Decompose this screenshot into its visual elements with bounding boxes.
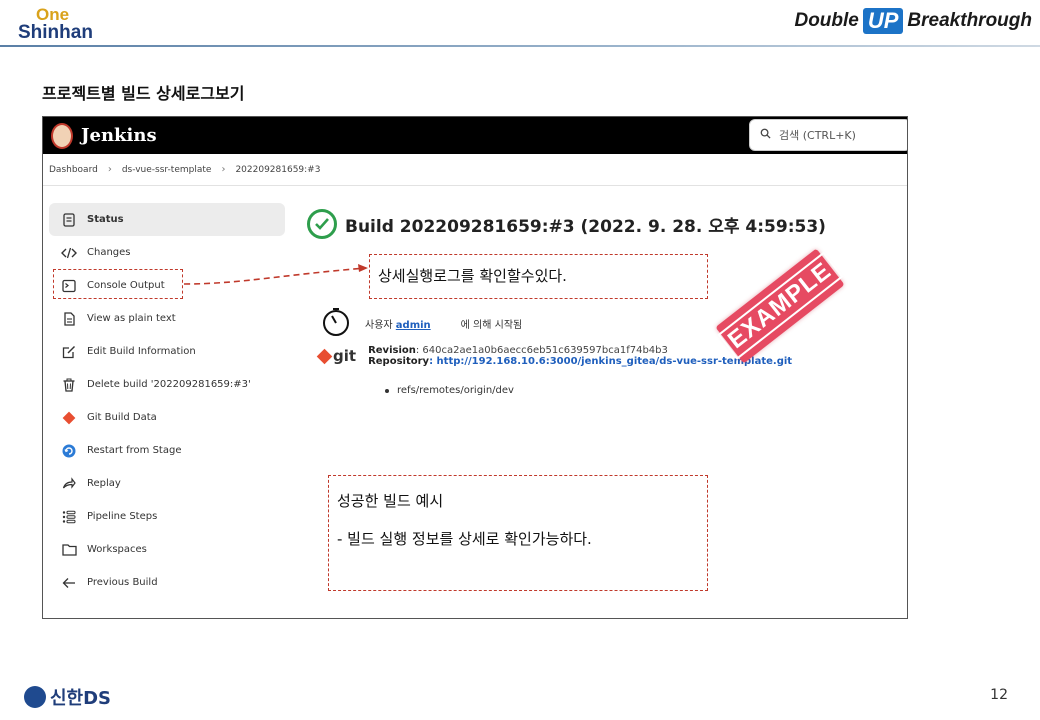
code-icon [61,245,77,261]
status-icon [61,212,77,228]
build-title-text: Build 202209281659:#3 (2022. 9. 28. 오후 4… [345,216,826,237]
timer-icon [321,307,351,340]
folder-icon [61,542,77,558]
one-shinhan-logo: One Shinhan [18,6,93,42]
console-note-callout: 상세실행로그를 확인할수있다. [369,254,708,299]
sidebar-item-label: Workspaces [87,544,147,555]
edit-icon [61,344,77,360]
search-input[interactable]: 검색 (CTRL+K) [749,119,907,151]
sidebar-item-label: Edit Build Information [87,346,196,357]
revision-label: Revision [368,345,416,356]
brand-right-text: Breakthrough [907,10,1032,31]
brand-left-text: Double [794,10,859,31]
git-logo-text: git [333,347,357,365]
git-logo: git [316,345,357,367]
double-up-brand: Double UP Breakthrough [794,8,1032,34]
page-number: 12 [990,687,1008,703]
started-user-link[interactable]: admin [396,320,431,331]
sidebar-item-label: Status [87,214,124,225]
sidebar-item-restart-stage[interactable]: Restart from Stage [49,434,285,467]
console-note-text: 상세실행로그를 확인할수있다. [378,267,567,285]
breadcrumb-dashboard[interactable]: Dashboard [49,165,98,175]
sidebar-item-changes[interactable]: Changes [49,236,285,269]
breadcrumb: Dashboard › ds-vue-ssr-template › 202209… [43,154,907,186]
sidebar-item-workspaces[interactable]: Workspaces [49,533,285,566]
started-suffix: 에 의해 시작됨 [460,320,523,331]
replay-icon [61,476,77,492]
sidebar-item-label: View as plain text [87,313,176,324]
sidebar-item-label: Delete build '202209281659:#3' [87,379,251,390]
sidebar-item-plain-text[interactable]: View as plain text [49,302,285,335]
document-icon [61,311,77,327]
sidebar-item-replay[interactable]: Replay [49,467,285,500]
build-main: Build 202209281659:#3 (2022. 9. 28. 오후 4… [307,209,897,239]
breadcrumb-build[interactable]: 202209281659:#3 [235,165,320,175]
example-desc: - 빌드 실행 정보를 상세로 확인가능하다. [337,530,592,548]
ref-list-item: refs/remotes/origin/dev [385,385,514,396]
git-logo-icon [316,348,333,364]
shinhan-ds-logo: 신한DS [24,684,111,710]
sidebar-item-delete-build[interactable]: Delete build '202209281659:#3' [49,368,285,401]
jenkins-header: Jenkins 검색 (CTRL+K) [43,117,907,154]
sidebar-item-pipeline-steps[interactable]: Pipeline Steps [49,500,285,533]
logo-bottom-text: Shinhan [18,22,93,43]
sidebar-item-label: Changes [87,247,131,258]
sidebar-item-label: Replay [87,478,121,489]
console-output-highlight [53,269,183,299]
sidebar-item-label: Previous Build [87,577,158,588]
sidebar: Status Changes Console Output View as pl… [49,203,285,599]
sidebar-item-git-build-data[interactable]: Git Build Data [49,401,285,434]
jenkins-logo-icon [51,122,73,149]
revision-value: : 640ca2ae1a0b6aecc6eb51c639597bca1f74b4… [415,345,668,356]
brand-up-text: UP [862,8,904,34]
chevron-right-icon: › [107,164,112,175]
git-icon [61,410,77,426]
logo-top-text: One [36,5,70,24]
breadcrumb-project[interactable]: ds-vue-ssr-template [122,165,212,175]
sidebar-item-edit-build[interactable]: Edit Build Information [49,335,285,368]
steps-icon [61,509,77,525]
chevron-right-icon: › [221,164,226,175]
restart-icon [61,443,77,459]
sidebar-item-previous-build[interactable]: Previous Build [49,566,285,599]
build-heading: Build 202209281659:#3 (2022. 9. 28. 오후 4… [307,209,897,239]
repository-label: Repository [368,356,430,367]
search-icon [760,128,771,142]
ref-text: refs/remotes/origin/dev [397,385,514,396]
started-by: 사용자 admin 에 의해 시작됨 [321,307,522,340]
example-callout: 성공한 빌드 예시 - 빌드 실행 정보를 상세로 확인가능하다. [328,475,708,591]
trash-icon [61,377,77,393]
sidebar-item-label: Git Build Data [87,412,157,423]
shinhan-logo-icon [24,686,46,708]
arrow-left-icon [61,575,77,591]
sidebar-item-label: Restart from Stage [87,445,182,456]
footer-logo-text: 신한DS [50,688,112,709]
sidebar-item-status[interactable]: Status [49,203,285,236]
bullet-icon [385,388,389,393]
sidebar-item-label: Pipeline Steps [87,511,158,522]
page-title: 프로젝트별 빌드 상세로그보기 [42,84,245,103]
git-info: git Revision: 640ca2ae1a0b6aecc6eb51c639… [316,345,792,367]
started-prefix: 사용자 [365,320,393,331]
search-placeholder: 검색 (CTRL+K) [779,129,856,142]
example-title: 성공한 빌드 예시 [337,492,444,510]
success-check-icon [307,209,337,239]
header-divider [0,45,1040,47]
jenkins-title[interactable]: Jenkins [81,125,157,146]
